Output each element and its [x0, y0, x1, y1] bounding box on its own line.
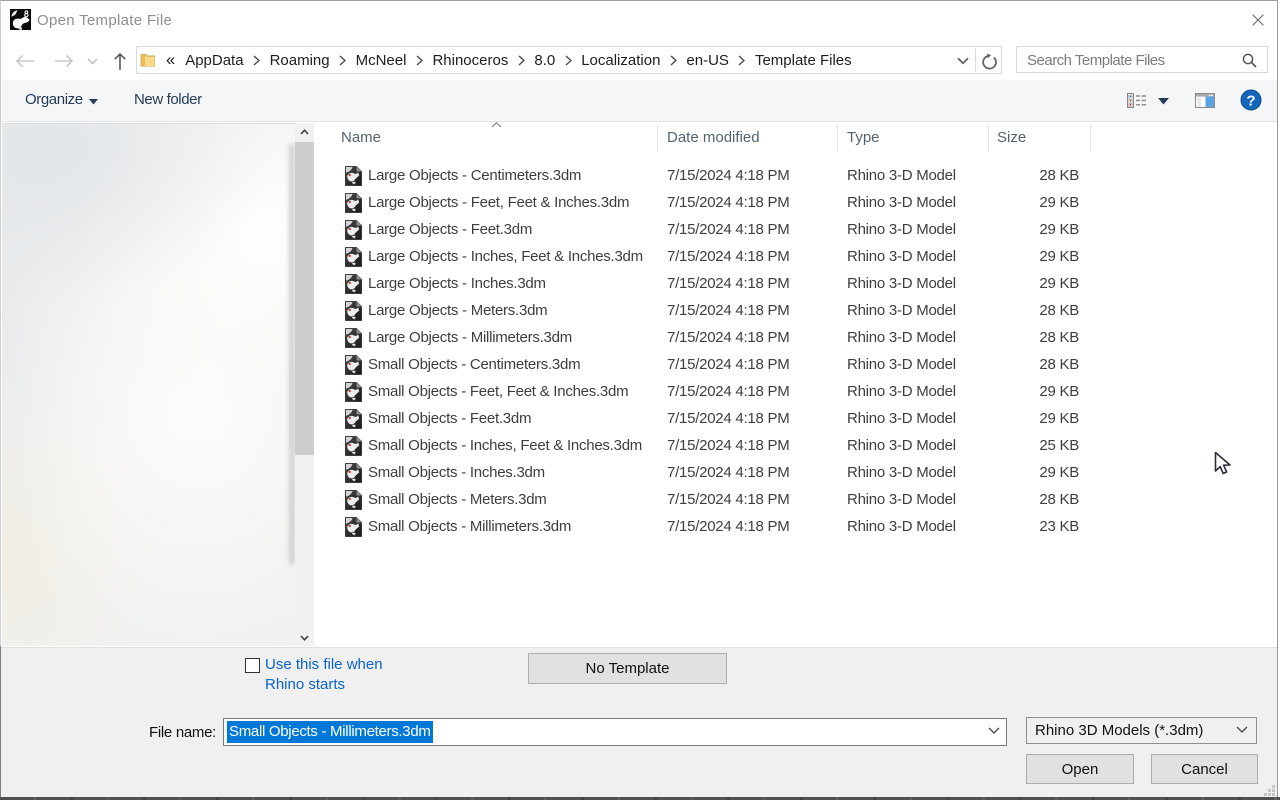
- svg-text:?: ?: [1246, 93, 1255, 110]
